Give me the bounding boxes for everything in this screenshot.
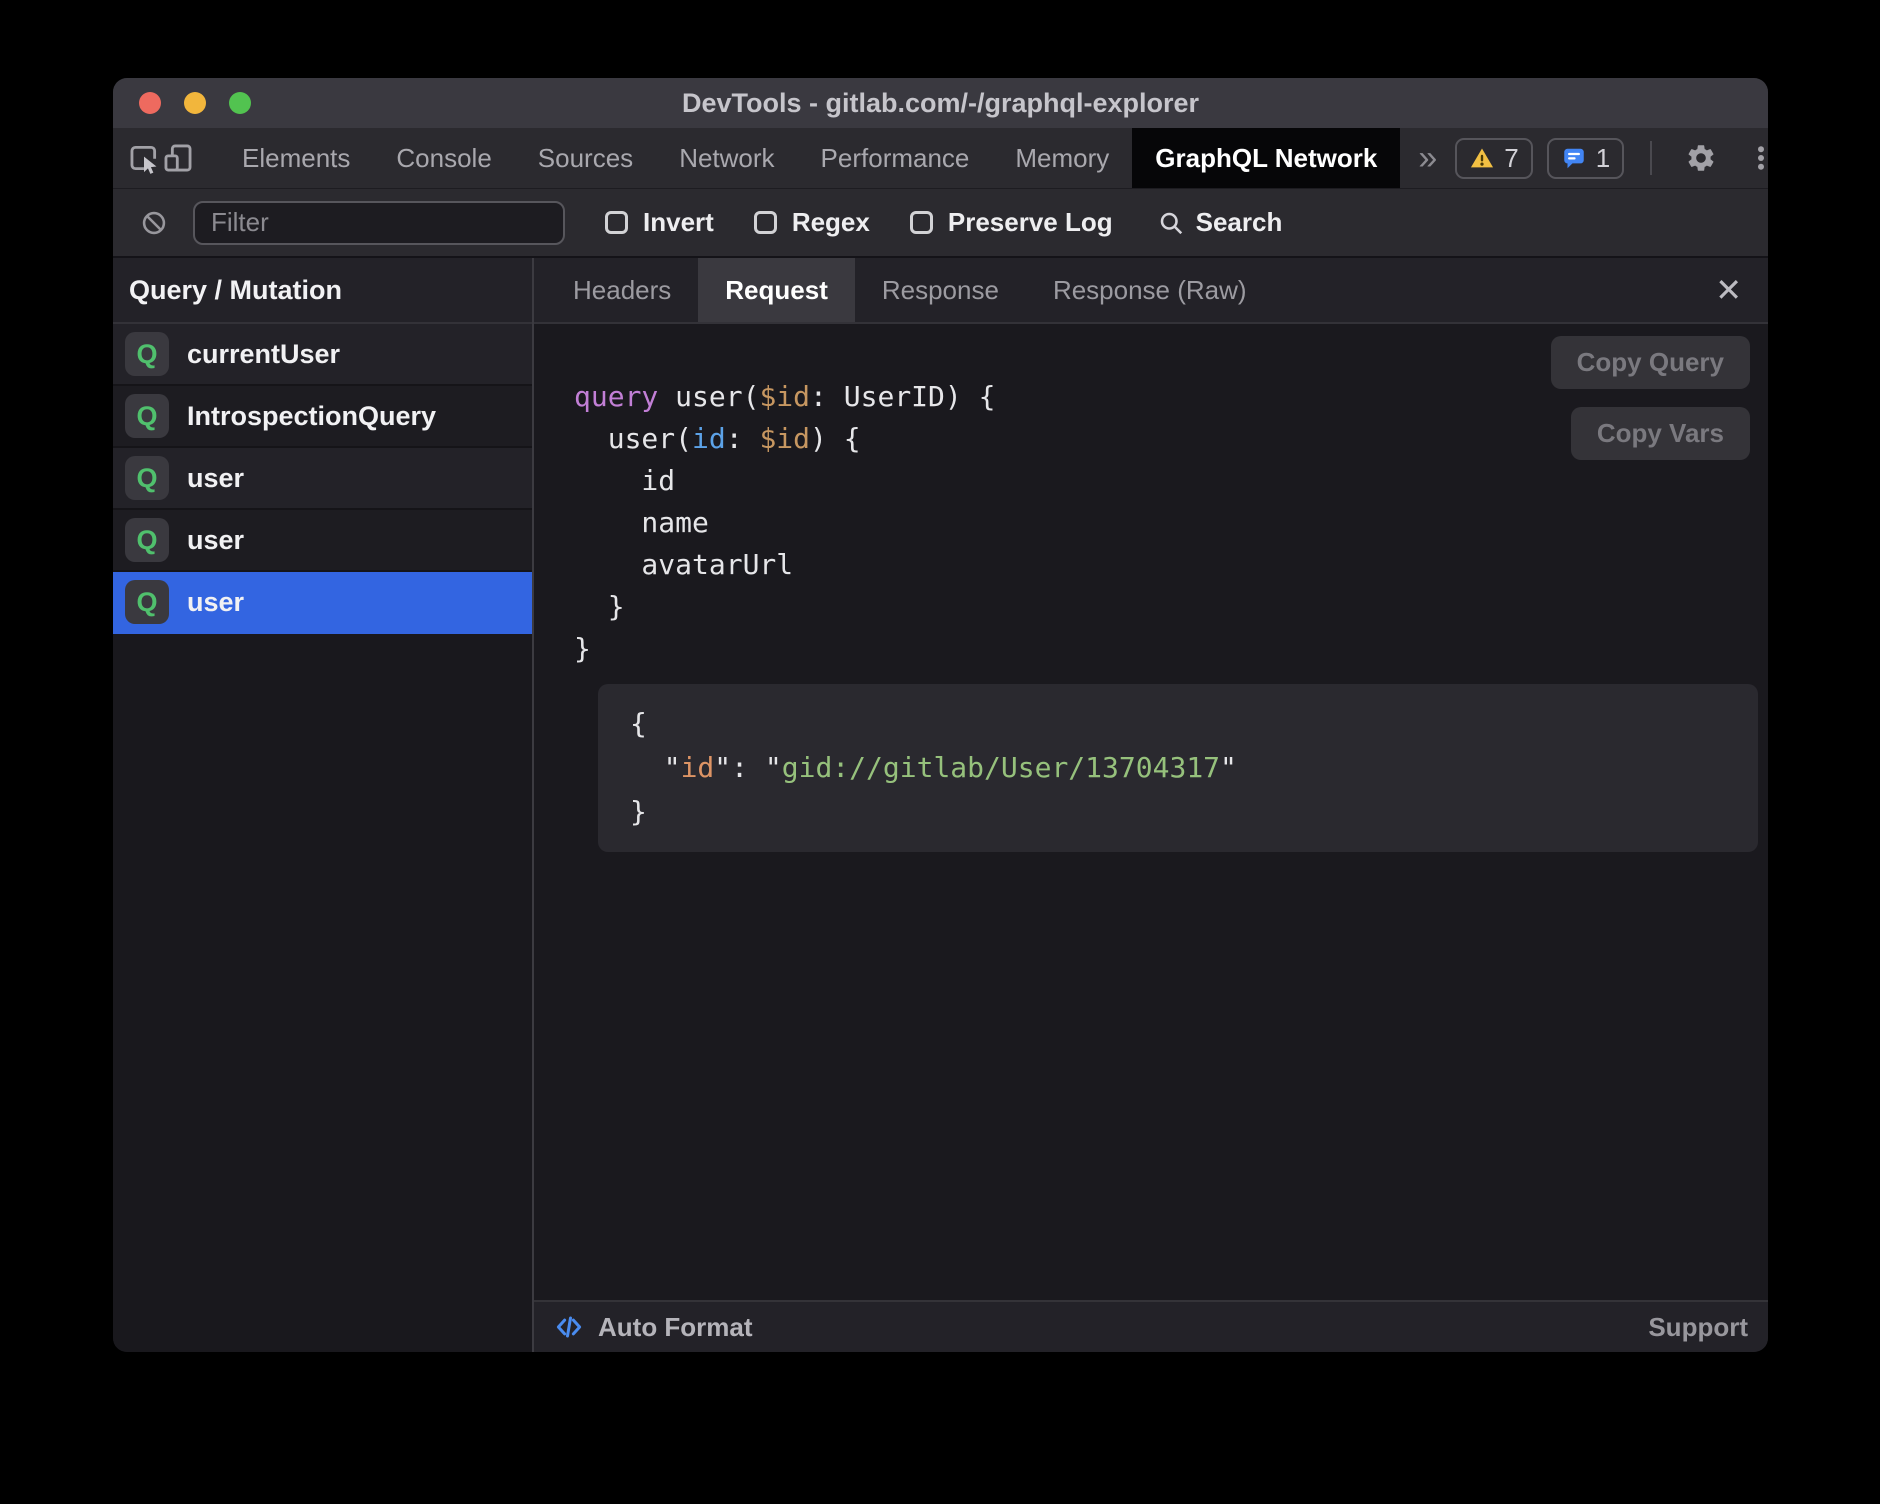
detail-tab-response-raw[interactable]: Response (Raw) [1026, 258, 1274, 322]
checkbox-box-preserve-log[interactable] [910, 211, 933, 234]
issues-count: 1 [1596, 143, 1610, 174]
detail-panel: HeadersRequestResponseResponse (Raw) ✕ q… [534, 258, 1768, 1352]
code-line: name [574, 502, 1768, 544]
list-item-2[interactable]: Quser [113, 448, 532, 510]
request-name: user [187, 463, 244, 494]
detail-tabs-row: HeadersRequestResponseResponse (Raw) ✕ [534, 258, 1768, 324]
code-line: id [574, 460, 1768, 502]
filter-input[interactable] [193, 201, 565, 245]
checkbox-preserve-log[interactable]: Preserve Log [910, 207, 1113, 238]
checkbox-invert[interactable]: Invert [605, 207, 714, 238]
auto-format-button[interactable]: Auto Format [554, 1312, 753, 1343]
close-detail-button[interactable]: ✕ [1689, 274, 1768, 306]
list-item-0[interactable]: QcurrentUser [113, 324, 532, 386]
tab-performance[interactable]: Performance [798, 128, 993, 188]
filter-checkbox-group: Invert Regex Preserve Log [565, 207, 1113, 238]
query-type-badge: Q [125, 580, 169, 624]
filter-bar: Invert Regex Preserve Log Search [113, 188, 1768, 258]
support-link[interactable]: Support [1648, 1312, 1748, 1343]
copy-vars-button[interactable]: Copy Vars [1571, 407, 1750, 460]
block-icon [140, 209, 168, 237]
window-title: DevTools - gitlab.com/-/graphql-explorer [682, 88, 1199, 119]
warnings-badge[interactable]: 7 [1455, 138, 1532, 179]
copy-buttons: Copy Query Copy Vars [1551, 336, 1750, 460]
more-tabs-button[interactable]: » [1400, 128, 1455, 188]
checkbox-label-regex: Regex [792, 207, 870, 238]
tab-console[interactable]: Console [373, 128, 514, 188]
variables-box: { "id": "gid://gitlab/User/13704317"} [598, 684, 1758, 852]
clear-button[interactable] [131, 200, 177, 246]
code-brackets-icon [554, 1312, 584, 1342]
request-list-header: Query / Mutation [113, 258, 532, 324]
chevron-double-right-icon: » [1418, 139, 1437, 178]
query-type-badge: Q [125, 394, 169, 438]
device-toolbar-button[interactable] [161, 135, 195, 181]
maximize-window-button[interactable] [229, 92, 251, 114]
footer-bar: Auto Format Support [534, 1300, 1768, 1352]
message-bubble-icon [1561, 145, 1587, 171]
inspect-element-button[interactable] [127, 135, 161, 181]
toolbar-right-group: 7 1 [1455, 128, 1768, 188]
search-icon [1157, 209, 1185, 237]
detail-tab-request[interactable]: Request [698, 258, 855, 322]
search-label: Search [1196, 207, 1283, 238]
settings-button[interactable] [1678, 135, 1724, 181]
variables-code: { "id": "gid://gitlab/User/13704317"} [630, 702, 1758, 834]
code-line: } [630, 790, 1758, 834]
copy-query-button[interactable]: Copy Query [1551, 336, 1750, 389]
code-line: } [574, 628, 1768, 670]
tab-graphql-network[interactable]: GraphQL Network [1132, 128, 1400, 188]
request-list-panel: Query / Mutation QcurrentUserQIntrospect… [113, 258, 534, 1352]
devtools-toolbar: ElementsConsoleSourcesNetworkPerformance… [113, 128, 1768, 188]
kebab-menu-icon [1746, 143, 1768, 173]
toolbar-separator [1650, 141, 1652, 175]
traffic-lights [139, 78, 251, 128]
tab-memory[interactable]: Memory [992, 128, 1132, 188]
detail-tab-headers[interactable]: Headers [546, 258, 698, 322]
query-type-badge: Q [125, 456, 169, 500]
request-name: user [187, 587, 244, 618]
device-toolbar-icon [161, 141, 195, 175]
list-item-4[interactable]: Quser [113, 572, 532, 634]
request-name: user [187, 525, 244, 556]
close-icon: ✕ [1715, 272, 1742, 308]
query-type-badge: Q [125, 332, 169, 376]
checkbox-box-invert[interactable] [605, 211, 628, 234]
request-name: currentUser [187, 339, 340, 370]
code-line: avatarUrl [574, 544, 1768, 586]
list-item-3[interactable]: Quser [113, 510, 532, 572]
checkbox-label-preserve-log: Preserve Log [948, 207, 1113, 238]
search-button[interactable]: Search [1157, 207, 1283, 238]
tab-sources[interactable]: Sources [515, 128, 656, 188]
tab-elements[interactable]: Elements [219, 128, 373, 188]
list-item-1[interactable]: Q IntrospectionQuery [113, 386, 532, 448]
titlebar: DevTools - gitlab.com/-/graphql-explorer [113, 78, 1768, 128]
auto-format-label: Auto Format [598, 1312, 753, 1343]
request-content: query user($id: UserID) { user(id: $id) … [534, 324, 1768, 1300]
devtools-window: DevTools - gitlab.com/-/graphql-explorer… [113, 78, 1768, 1352]
devtools-tab-strip: ElementsConsoleSourcesNetworkPerformance… [219, 128, 1400, 188]
gear-icon [1685, 142, 1717, 174]
query-type-badge: Q [125, 518, 169, 562]
checkbox-box-regex[interactable] [754, 211, 777, 234]
checkbox-label-invert: Invert [643, 207, 714, 238]
tab-network[interactable]: Network [656, 128, 797, 188]
checkbox-regex[interactable]: Regex [754, 207, 870, 238]
close-window-button[interactable] [139, 92, 161, 114]
warnings-count: 7 [1504, 143, 1518, 174]
request-name: IntrospectionQuery [187, 401, 436, 432]
inspect-cursor-icon [127, 141, 161, 175]
warning-triangle-icon [1469, 145, 1495, 171]
more-options-button[interactable] [1738, 135, 1768, 181]
code-line: "id": "gid://gitlab/User/13704317" [630, 746, 1758, 790]
detail-tab-strip: HeadersRequestResponseResponse (Raw) [546, 258, 1274, 322]
detail-tab-response[interactable]: Response [855, 258, 1026, 322]
issues-badge[interactable]: 1 [1547, 138, 1624, 179]
code-line: { [630, 702, 1758, 746]
main-area: Query / Mutation QcurrentUserQIntrospect… [113, 258, 1768, 1352]
minimize-window-button[interactable] [184, 92, 206, 114]
code-line: } [574, 586, 1768, 628]
request-list: QcurrentUserQIntrospectionQueryQuserQuse… [113, 324, 532, 634]
